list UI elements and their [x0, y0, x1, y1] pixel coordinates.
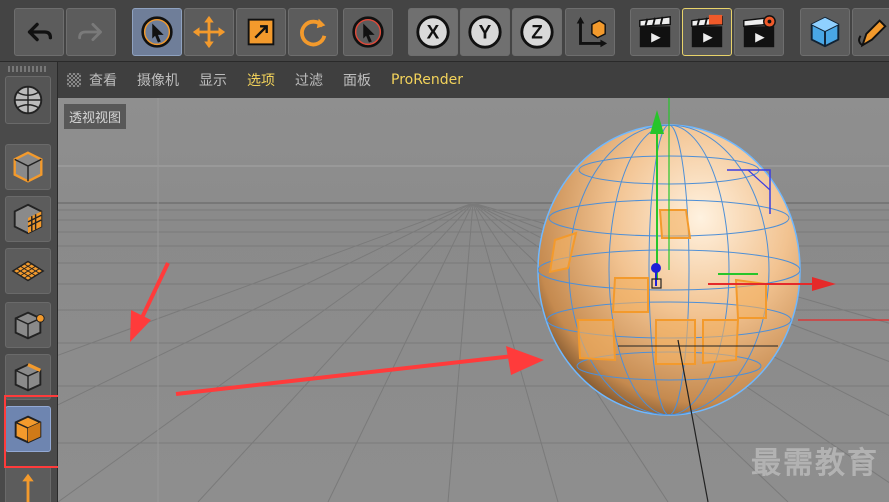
pen-tool-icon: [858, 19, 887, 48]
texture-mode-button[interactable]: [5, 196, 51, 242]
undo-button[interactable]: [14, 8, 64, 56]
undo-icon: [27, 22, 53, 42]
y-axis-label: Y: [479, 23, 492, 44]
x-axis-button[interactable]: X: [408, 8, 458, 56]
viewport-menu-bar: 查看 摄像机 显示 选项 过滤 面板 ProRender: [58, 62, 889, 98]
y-axis-icon: Y: [468, 15, 502, 49]
workplane-mode-button[interactable]: [5, 248, 51, 294]
make-editable-button[interactable]: [5, 76, 51, 124]
model-mode-button[interactable]: [5, 144, 51, 190]
z-axis-icon: Z: [520, 15, 554, 49]
perspective-viewport[interactable]: 透视视图 最需教育: [58, 98, 889, 502]
main-toolbar: X Y Z: [0, 0, 889, 62]
enable-axis-button[interactable]: [5, 466, 51, 502]
move-tool-button[interactable]: [184, 8, 234, 56]
render-settings-button[interactable]: [734, 8, 784, 56]
coordinate-system-button[interactable]: [565, 8, 615, 56]
model-mode-icon: [13, 151, 43, 183]
scale-icon: [247, 18, 275, 46]
y-axis-button[interactable]: Y: [460, 8, 510, 56]
viewport-menu-handle[interactable]: [67, 73, 81, 87]
menu-display[interactable]: 显示: [199, 70, 227, 90]
live-selection-button[interactable]: [132, 8, 182, 56]
menu-camera[interactable]: 摄像机: [137, 70, 179, 90]
z-axis-label: Z: [531, 23, 543, 44]
edges-mode-button[interactable]: [5, 354, 51, 400]
palette-grip[interactable]: [8, 66, 48, 72]
move-icon: [192, 15, 226, 49]
recent-tool-button[interactable]: [343, 8, 393, 56]
render-picture-viewer-button[interactable]: [682, 8, 732, 56]
x-axis-label: X: [427, 23, 440, 44]
z-axis-button[interactable]: Z: [512, 8, 562, 56]
coordinate-system-icon: [576, 16, 608, 48]
watermark: 最需教育: [751, 446, 879, 481]
viewport-label: 透视视图: [64, 104, 127, 129]
make-editable-icon: [13, 85, 43, 115]
render-settings-icon: [743, 15, 776, 48]
edges-mode-icon: [14, 363, 42, 392]
workplane-mode-icon: [11, 260, 45, 282]
redo-icon: [78, 22, 102, 42]
recent-tool-icon: [352, 16, 384, 48]
render-view-icon: [639, 15, 671, 48]
render-view-button[interactable]: [630, 8, 680, 56]
redo-button[interactable]: [66, 8, 116, 56]
rotate-tool-button[interactable]: [288, 8, 338, 56]
live-selection-icon: [141, 16, 173, 48]
menu-filter[interactable]: 过滤: [295, 70, 323, 90]
menu-view[interactable]: 查看: [89, 70, 117, 90]
points-mode-icon: [14, 311, 45, 340]
x-axis-icon: X: [416, 15, 450, 49]
pen-tool-button[interactable]: [852, 8, 889, 56]
render-picture-viewer-icon: [691, 14, 723, 48]
rotate-icon: [300, 18, 327, 47]
texture-mode-icon: [13, 203, 43, 235]
cube-object-button[interactable]: [800, 8, 850, 56]
cube-object-icon: [810, 16, 840, 48]
points-mode-button[interactable]: [5, 302, 51, 348]
menu-prorender[interactable]: ProRender: [391, 72, 463, 88]
scale-tool-button[interactable]: [236, 8, 286, 56]
menu-panel[interactable]: 面板: [343, 70, 371, 90]
enable-axis-icon: [22, 473, 34, 502]
menu-options[interactable]: 选项: [247, 70, 275, 90]
